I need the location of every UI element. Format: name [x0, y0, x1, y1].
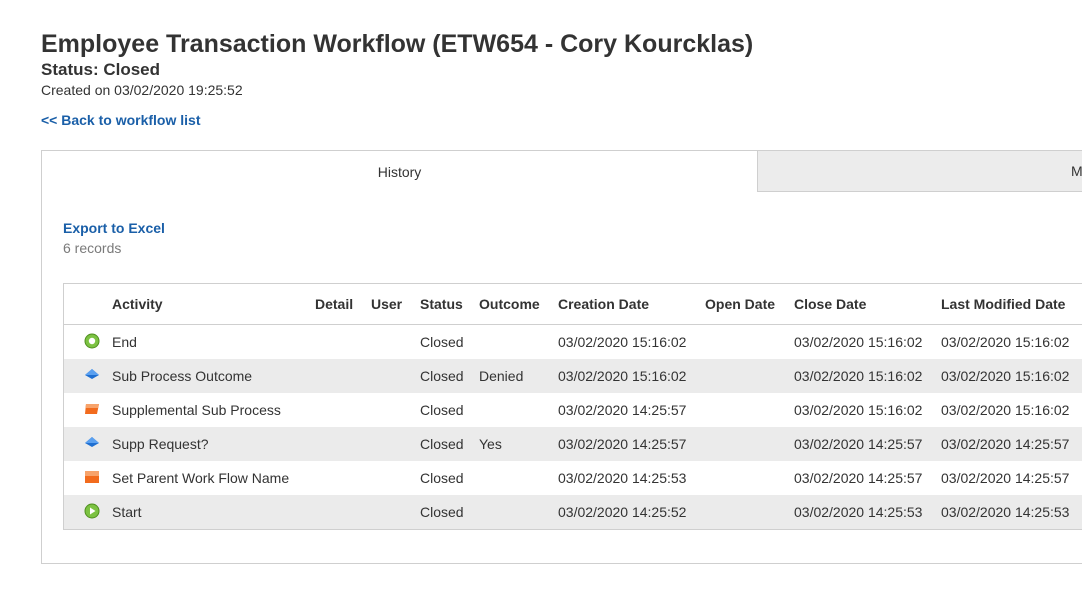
cell-close-date: 03/02/2020 15:16:02: [794, 368, 923, 384]
column-header-close-date[interactable]: Close Date: [794, 296, 866, 312]
cell-activity: Set Parent Work Flow Name: [112, 470, 290, 486]
table-row[interactable]: Sub Process Outcome Closed Denied 03/02/…: [64, 359, 1082, 393]
cell-last-modified: 03/02/2020 14:25:53: [941, 504, 1070, 520]
tab-history[interactable]: History: [42, 151, 757, 192]
export-to-excel-link[interactable]: Export to Excel: [63, 220, 165, 236]
cell-close-date: 03/02/2020 14:25:53: [794, 504, 923, 520]
history-table: Activity Detail User Status Outcome Crea…: [63, 283, 1082, 530]
cell-close-date: 03/02/2020 15:16:02: [794, 402, 923, 418]
page-title: Employee Transaction Workflow (ETW654 - …: [41, 30, 754, 58]
decision-diamond-icon: [85, 369, 99, 379]
record-count: 6 records: [63, 240, 122, 256]
cell-outcome: Yes: [479, 436, 502, 452]
end-circle-icon: [84, 333, 100, 349]
column-header-creation-date[interactable]: Creation Date: [558, 296, 649, 312]
cell-outcome: Denied: [479, 368, 524, 384]
cell-activity: Supp Request?: [112, 436, 209, 452]
cell-last-modified: 03/02/2020 15:16:02: [941, 334, 1070, 350]
cell-status: Closed: [420, 504, 464, 520]
column-header-activity[interactable]: Activity: [112, 296, 163, 312]
table-row[interactable]: Supp Request? Closed Yes 03/02/2020 14:2…: [64, 427, 1082, 461]
column-header-outcome[interactable]: Outcome: [479, 296, 540, 312]
cell-close-date: 03/02/2020 15:16:02: [794, 334, 923, 350]
column-header-status[interactable]: Status: [420, 296, 463, 312]
start-play-icon: [84, 503, 100, 519]
cell-status: Closed: [420, 368, 464, 384]
cell-last-modified: 03/02/2020 14:25:57: [941, 470, 1070, 486]
cell-status: Closed: [420, 402, 464, 418]
cell-creation-date: 03/02/2020 15:16:02: [558, 334, 687, 350]
cell-activity: Sub Process Outcome: [112, 368, 253, 384]
tab-panel: History M Export to Excel 6 records Acti…: [41, 150, 1082, 564]
cell-creation-date: 03/02/2020 14:25:53: [558, 470, 687, 486]
cell-last-modified: 03/02/2020 15:16:02: [941, 368, 1070, 384]
table-row[interactable]: Supplemental Sub Process Closed 03/02/20…: [64, 393, 1082, 427]
tab-other[interactable]: M: [757, 150, 1082, 192]
table-row[interactable]: Set Parent Work Flow Name Closed 03/02/2…: [64, 461, 1082, 495]
cell-close-date: 03/02/2020 14:25:57: [794, 436, 923, 452]
cell-status: Closed: [420, 436, 464, 452]
column-header-last-modified-date[interactable]: Last Modified Date: [941, 296, 1065, 312]
cell-last-modified: 03/02/2020 15:16:02: [941, 402, 1070, 418]
cell-creation-date: 03/02/2020 14:25:57: [558, 402, 687, 418]
cell-last-modified: 03/02/2020 14:25:57: [941, 436, 1070, 452]
column-header-detail[interactable]: Detail: [315, 296, 353, 312]
table-header: Activity Detail User Status Outcome Crea…: [64, 284, 1082, 325]
cell-activity: Start: [112, 504, 142, 520]
decision-diamond-icon: [85, 437, 99, 447]
task-square-icon: [85, 471, 99, 483]
cell-activity: End: [112, 334, 137, 350]
cell-creation-date: 03/02/2020 14:25:57: [558, 436, 687, 452]
back-to-workflow-list-link[interactable]: << Back to workflow list: [41, 112, 201, 128]
tab-other-label: M: [1071, 163, 1082, 179]
cell-activity: Supplemental Sub Process: [112, 402, 281, 418]
cell-creation-date: 03/02/2020 15:16:02: [558, 368, 687, 384]
column-header-open-date[interactable]: Open Date: [705, 296, 775, 312]
column-header-user[interactable]: User: [371, 296, 402, 312]
table-row[interactable]: Start Closed 03/02/2020 14:25:52 03/02/2…: [64, 495, 1082, 529]
workflow-status: Status: Closed: [41, 60, 161, 79]
cell-creation-date: 03/02/2020 14:25:52: [558, 504, 687, 520]
cell-status: Closed: [420, 334, 464, 350]
cell-status: Closed: [420, 470, 464, 486]
table-row[interactable]: End Closed 03/02/2020 15:16:02 03/02/202…: [64, 325, 1082, 359]
cell-close-date: 03/02/2020 14:25:57: [794, 470, 923, 486]
created-timestamp: Created on 03/02/2020 19:25:52: [41, 82, 243, 98]
subprocess-icon: [85, 404, 99, 414]
